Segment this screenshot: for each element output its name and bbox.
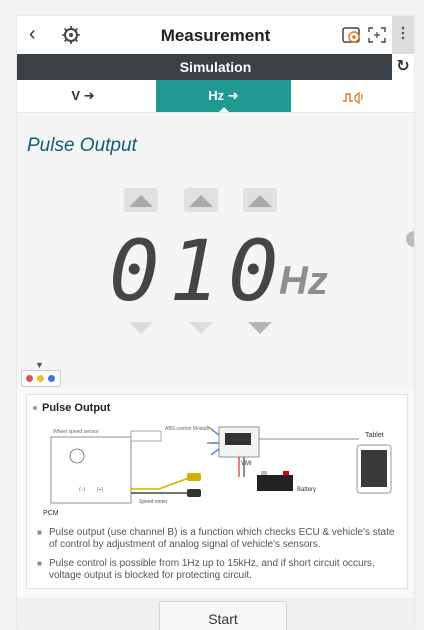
plus-label: (+)	[97, 487, 104, 493]
collapse-arrow-icon: ▼	[35, 360, 44, 370]
digit-1: 0	[109, 222, 160, 320]
pulse-wave-icon	[342, 91, 363, 104]
abs-module-label: ABS control Module	[165, 426, 209, 432]
digit-2-increase-button[interactable]	[184, 188, 218, 212]
panel-title: Pulse Output	[27, 135, 137, 156]
refresh-icon[interactable]: ↻	[392, 54, 414, 80]
simulation-bar: Simulation ↻	[17, 54, 414, 80]
more-menu-icon[interactable]	[392, 16, 414, 56]
sensor-symbol	[69, 448, 85, 464]
digit-3: 0	[228, 222, 279, 320]
channel-dot-blue	[48, 375, 55, 382]
wiring-diagram: Wheel speed sensor (−) (+) PCM ABS contr…	[43, 425, 392, 517]
mode-tabs: V ➜ Hz ➜	[17, 80, 414, 113]
app-frame: ‹ Measurement Simulation ↻ V ➜ Hz ➜ Puls…	[17, 16, 414, 630]
digit-3-increase-button[interactable]	[243, 188, 277, 212]
unit-label: Hz	[279, 259, 328, 303]
speed-meter-label: Speed meter	[139, 499, 168, 505]
tablet-label: Tablet	[365, 432, 384, 439]
start-button[interactable]: Start	[159, 601, 287, 630]
footer-bar: Start	[17, 598, 414, 630]
simulation-label: Simulation	[179, 59, 252, 75]
channel-indicator[interactable]	[21, 370, 61, 387]
digit-2-decrease-button[interactable]	[184, 316, 218, 340]
vmi-label: VMI	[241, 461, 252, 467]
tab-voltage-label: V ➜	[71, 88, 95, 103]
side-handle[interactable]	[406, 231, 414, 247]
description-title-text: Pulse Output	[42, 402, 111, 414]
description-bullet-2: Pulse control is possible from 1Hz up to…	[37, 558, 405, 582]
tab-voltage[interactable]: V ➜	[17, 80, 149, 112]
description-title: Pulse Output	[33, 402, 110, 414]
description-card: Pulse Output Wheel speed sensor (−) (+) …	[26, 394, 408, 589]
digit-2: 1	[169, 222, 220, 320]
tab-frequency-label: Hz ➜	[208, 88, 239, 103]
digit-1-decrease-button[interactable]	[124, 316, 158, 340]
minus-label: (−)	[79, 487, 86, 493]
record-icon[interactable]	[341, 25, 363, 45]
channel-dot-red	[26, 375, 33, 382]
tab-pulse[interactable]	[291, 80, 414, 112]
battery-label: Battery	[297, 487, 316, 493]
channel-dot-yellow	[37, 375, 44, 382]
top-bar: ‹ Measurement	[17, 16, 414, 56]
pcm-label: PCM	[43, 510, 59, 517]
wheel-speed-label: Wheel speed sensor	[53, 429, 99, 435]
pulse-output-panel: Pulse Output 0 1 0 Hz ▼	[17, 112, 414, 388]
digit-1-increase-button[interactable]	[124, 188, 158, 212]
tab-frequency[interactable]: Hz ➜	[156, 80, 291, 113]
description-bullet-1: Pulse output (use channel B) is a functi…	[37, 527, 405, 551]
digit-3-decrease-button[interactable]	[243, 316, 277, 340]
fullscreen-icon[interactable]	[366, 25, 388, 45]
